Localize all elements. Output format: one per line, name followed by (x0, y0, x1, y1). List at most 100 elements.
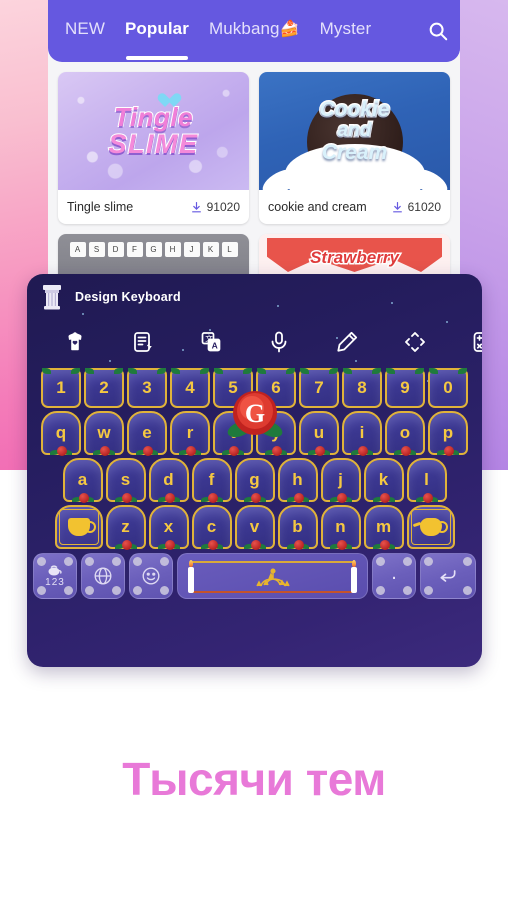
vine-icon (243, 368, 252, 374)
vine-icon (458, 368, 467, 374)
vine-icon (372, 368, 381, 374)
key-7[interactable]: 7 (299, 368, 339, 408)
key-f[interactable]: f (191, 458, 232, 503)
language-key[interactable] (81, 553, 125, 599)
key-g[interactable]: g (234, 458, 275, 503)
art-key: S (88, 242, 105, 257)
key-s[interactable]: s (105, 458, 146, 503)
period-key-label: . (391, 562, 397, 584)
key-d[interactable]: d (148, 458, 189, 503)
spacebar-key[interactable] (177, 553, 368, 599)
key-h[interactable]: h (277, 458, 318, 503)
column-pillar-icon (41, 284, 63, 310)
key-label: m (375, 517, 392, 536)
period-key[interactable]: . (372, 553, 416, 599)
move-button[interactable] (381, 320, 449, 364)
key-k[interactable]: k (363, 458, 404, 503)
key-j[interactable]: j (320, 458, 361, 503)
thumbnail-artwork: Cookie and Cream (259, 72, 450, 190)
key-1[interactable]: 1 (41, 368, 81, 408)
key-label: a (77, 470, 88, 489)
tab-mystery[interactable]: Myster (319, 19, 373, 43)
rose-icon (372, 491, 395, 503)
key-r[interactable]: r (170, 411, 210, 456)
theme-name: cookie and cream (268, 200, 367, 214)
tab-new[interactable]: NEW (64, 19, 106, 43)
key-n[interactable]: n (320, 505, 361, 550)
backspace-key[interactable] (406, 505, 455, 549)
translate-button[interactable]: 文 A (177, 320, 245, 364)
theme-card[interactable]: Cookie and Cream cookie and cream 61020 (259, 72, 450, 224)
key-z[interactable]: z (105, 505, 146, 550)
rose-icon (157, 491, 180, 503)
search-button[interactable] (416, 0, 460, 62)
art-key: J (183, 242, 200, 257)
rose-icon (114, 538, 137, 550)
download-count: 91020 (206, 200, 240, 214)
key-v[interactable]: v (234, 505, 275, 550)
thumbnail-artwork: Tingle SLIME (58, 72, 249, 190)
microphone-button[interactable] (245, 320, 313, 364)
tab-popular[interactable]: Popular (124, 19, 190, 60)
key-e[interactable]: e (127, 411, 167, 456)
key-label: 1 (56, 378, 66, 397)
art-key: H (164, 242, 181, 257)
smiley-emoji-icon (142, 567, 160, 585)
key-label: q (55, 423, 67, 442)
key-w[interactable]: w (84, 411, 124, 456)
key-l[interactable]: l (406, 458, 447, 503)
theme-shirt-button[interactable] (41, 320, 109, 364)
numeric-key[interactable]: 123 (33, 553, 77, 599)
quick-text-button[interactable] (109, 320, 177, 364)
vine-icon (71, 368, 80, 374)
key-c[interactable]: c (191, 505, 232, 550)
enter-return-icon (440, 570, 456, 582)
pencil-button[interactable] (313, 320, 381, 364)
rose-icon (243, 491, 266, 503)
key-label: c (206, 517, 217, 536)
shift-key[interactable] (54, 505, 103, 549)
key-2[interactable]: 2 (84, 368, 124, 408)
key-label: 3 (142, 378, 152, 397)
cake-icon: 🍰 (279, 21, 300, 38)
app-screenshot: NEW Popular Mukbang🍰 Myster Tingle SLIME… (0, 0, 508, 900)
enter-key[interactable] (420, 553, 476, 599)
rose-icon (394, 444, 416, 456)
art-word: Strawberry (309, 247, 401, 269)
download-stat: 91020 (190, 200, 240, 214)
key-x[interactable]: x (148, 505, 189, 550)
key-p[interactable]: p (428, 411, 468, 456)
teapot-backspace-icon (419, 518, 448, 536)
key-9[interactable]: 9 (385, 368, 425, 408)
key-label: x (163, 517, 174, 536)
key-q[interactable]: q (41, 411, 81, 456)
key-m[interactable]: m (363, 505, 404, 550)
vine-icon (114, 368, 123, 374)
download-icon (191, 201, 201, 212)
teapot-small-icon (48, 565, 62, 576)
key-label: 4 (185, 378, 195, 397)
key-label: d (163, 470, 174, 489)
key-3[interactable]: 3 (127, 368, 167, 408)
rose-icon (179, 444, 201, 456)
rose-icon (114, 491, 137, 503)
svg-text:A: A (212, 340, 218, 350)
tab-mukbang[interactable]: Mukbang🍰 (208, 19, 301, 43)
art-line-2: and (336, 119, 373, 142)
calculator-button[interactable] (449, 320, 482, 364)
key-b[interactable]: b (277, 505, 318, 550)
key-4[interactable]: 4 (170, 368, 210, 408)
key-i[interactable]: i (342, 411, 382, 456)
art-line-3: Cream (320, 140, 388, 165)
category-tabs: NEW Popular Mukbang🍰 Myster (64, 19, 416, 60)
rose-icon (200, 491, 223, 503)
keyboard-row-qwerty: q w e r t y u i o p G (33, 391, 476, 456)
rose-icon (329, 538, 352, 550)
theme-card[interactable]: Tingle SLIME Tingle slime 91020 (58, 72, 249, 224)
key-a[interactable]: a (62, 458, 103, 503)
key-0[interactable]: 0 (428, 368, 468, 408)
key-u[interactable]: u (299, 411, 339, 456)
emoji-key[interactable] (129, 553, 173, 599)
key-8[interactable]: 8 (342, 368, 382, 408)
key-o[interactable]: o (385, 411, 425, 456)
